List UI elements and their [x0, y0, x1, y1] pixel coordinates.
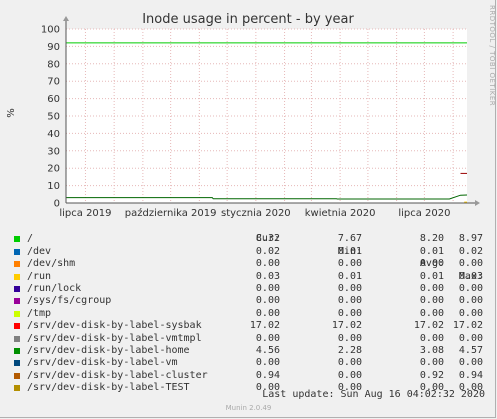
legend-swatch	[14, 261, 20, 268]
legend-swatch	[14, 372, 20, 379]
legend-cur-value: 0.02	[255, 245, 280, 257]
legend-series-name: /dev/shm	[27, 258, 76, 270]
y-tick-label: 80	[47, 59, 60, 70]
legend-min-value: 2.28	[337, 344, 362, 356]
legend-cur-value: 0.03	[255, 270, 280, 282]
legend-series-name: /sys/fs/cgroup	[27, 295, 112, 307]
legend-table: Cur: Min: Avg: Max: /8.32 7.67 8.20 8.97/de…	[0, 221, 497, 394]
x-tick-label: października 2019	[125, 207, 217, 219]
legend-max-value: 0.00	[458, 357, 483, 369]
legend-row: /srv/dev-disk-by-label-vm 0.00 0.00 0.00 0.0…	[0, 357, 497, 369]
x-tick-label: lipca 2019	[59, 208, 111, 219]
legend-min-value: 0.00	[337, 282, 362, 294]
y-tick-label: 90	[47, 42, 60, 53]
y-axis-label: %	[6, 108, 17, 118]
legend-swatch	[14, 285, 20, 292]
last-update: Last update: Sun Aug 16 04:02:32 2020	[262, 389, 485, 400]
legend-cur-value: 0.00	[255, 258, 280, 270]
legend-swatch	[14, 323, 20, 330]
y-tick-label: 70	[47, 77, 60, 88]
legend-series-name: /srv/dev-disk-by-label-home	[27, 344, 190, 356]
y-tick-label: 40	[47, 129, 60, 140]
legend-cur-value: 17.02	[249, 320, 280, 332]
y-axis-arrow	[63, 16, 69, 21]
inode-usage-chart: Inode usage in percent - by year RRDTOOL…	[6, 5, 496, 219]
legend-max-value: 0.00	[458, 258, 483, 270]
legend-row: /srv/dev-disk-by-label-vmtmpl 0.00 0.00 0.0…	[0, 333, 497, 345]
legend-row: /dev 0.02 0.01 0.01 0.02	[0, 246, 497, 258]
legend-series-name: /srv/dev-disk-by-label-sysbak	[27, 320, 202, 332]
legend-cur-value: 0.00	[255, 295, 280, 307]
legend-row: /srv/dev-disk-by-label-sysbak 17.02 17.02 1…	[0, 320, 497, 332]
legend-swatch	[14, 310, 20, 317]
munin-version: Munin 2.0.49	[225, 404, 272, 412]
legend-series-name: /srv/dev-disk-by-label-vm	[27, 357, 178, 369]
legend-cur-value: 8.32	[255, 233, 280, 245]
legend-cur-value: 4.56	[255, 344, 280, 356]
legend-min-value: 0.00	[337, 295, 362, 307]
legend-cur-value: 0.00	[255, 282, 280, 294]
x-tick-label: stycznia 2020	[221, 208, 291, 219]
legend-row: /srv/dev-disk-by-label-home 4.56 2.28 3.08 4…	[0, 345, 497, 357]
legend-max-value: 0.03	[458, 270, 483, 282]
legend-swatch	[14, 347, 20, 354]
legend-min-value: 0.01	[337, 270, 362, 282]
legend-cur-value: 0.00	[255, 307, 280, 319]
legend-swatch	[14, 236, 20, 243]
legend-row: /srv/dev-disk-by-label-cluster 0.94 0.00 0.…	[0, 370, 497, 382]
legend-swatch	[14, 298, 20, 305]
legend-max-value: 0.00	[458, 307, 483, 319]
legend-swatch	[14, 360, 20, 367]
x-axis-arrow	[475, 200, 480, 206]
legend-series-name: /srv/dev-disk-by-label-vmtmpl	[27, 332, 202, 344]
x-tick-label: lipca 2020	[398, 208, 450, 219]
legend-min-value: 0.00	[337, 357, 362, 369]
legend-row: /sys/fs/cgroup 0.00 0.00 0.00 0.00	[0, 295, 497, 307]
x-tick-label: kwietnia 2020	[305, 208, 376, 219]
legend-series-name: /tmp	[27, 307, 52, 319]
legend-row: /dev/shm 0.00 0.00 0.00 0.00	[0, 258, 497, 270]
legend-series-name: /dev	[27, 245, 52, 257]
legend-cur-value: 0.00	[255, 332, 280, 344]
legend-min-value: 0.00	[337, 258, 362, 270]
legend-min-value: 0.01	[337, 245, 362, 257]
legend-min-value: 17.02	[331, 320, 362, 332]
legend-max-value: 8.97	[458, 233, 483, 245]
legend-max-value: 0.00	[458, 295, 483, 307]
legend-row: /tmp 0.00 0.00 0.00 0.00	[0, 308, 497, 320]
legend-swatch	[14, 248, 20, 255]
legend-max-value: 4.57	[458, 344, 483, 356]
y-tick-label: 60	[47, 94, 60, 105]
legend-min-value: 0.00	[337, 369, 362, 381]
y-tick-label: 30	[47, 146, 60, 157]
legend-max-value: 0.00	[458, 332, 483, 344]
y-tick-label: 20	[47, 164, 60, 175]
legend-row: /8.32 7.67 8.20 8.97	[0, 233, 497, 245]
legend-cur-value: 0.94	[255, 369, 280, 381]
legend-series-name: /run/lock	[27, 282, 82, 294]
legend-series-name: /srv/dev-disk-by-label-cluster	[27, 369, 208, 381]
legend-cur-value: 0.00	[255, 357, 280, 369]
legend-min-value: 0.00	[337, 307, 362, 319]
legend-max-value: 0.00	[458, 282, 483, 294]
chart-title: Inode usage in percent - by year	[142, 12, 354, 27]
legend-series-name: /	[27, 233, 34, 245]
legend-header-row: Cur: Min: Avg: Max:	[0, 221, 497, 281]
legend-swatch	[14, 273, 20, 280]
legend-swatch	[14, 335, 20, 342]
legend-series-name: /run	[27, 270, 52, 282]
y-tick-label: 10	[47, 181, 60, 192]
y-tick-label: 100	[41, 25, 60, 36]
legend-row: /run 0.03 0.01 0.01 0.03	[0, 271, 497, 283]
legend-max-value: 17.02	[452, 320, 483, 332]
y-tick-label: 50	[47, 112, 60, 123]
rrdtool-credit: RRDTOOL / TOBI OETIKER	[488, 5, 496, 106]
legend-max-value: 0.02	[458, 245, 483, 257]
legend-max-value: 0.94	[458, 369, 483, 381]
legend-row: /run/lock 0.00 0.00 0.00 0.00	[0, 283, 497, 295]
legend-min-value: 0.00	[337, 332, 362, 344]
legend-min-value: 7.67	[337, 233, 362, 245]
